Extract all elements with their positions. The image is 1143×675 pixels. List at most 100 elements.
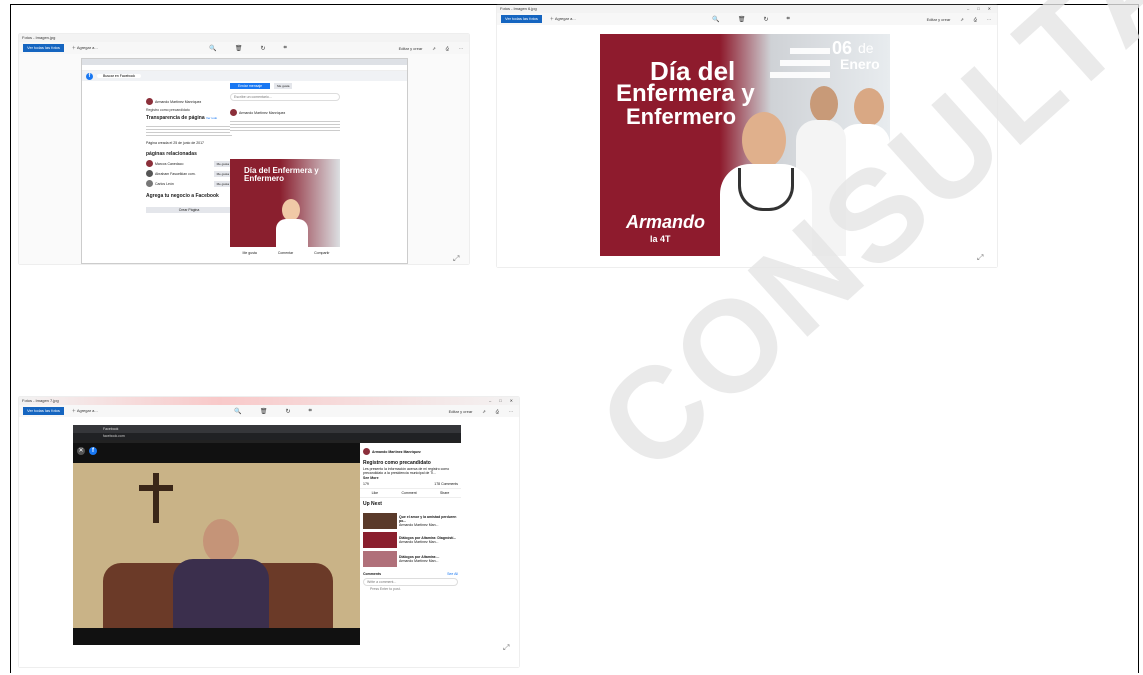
- more-icon[interactable]: ⋯: [459, 46, 463, 51]
- related-page-item[interactable]: Carlos León Me gusta: [146, 180, 232, 187]
- expand-icon[interactable]: ⤢: [453, 254, 459, 264]
- facebook-browser: f Buscar en Facebook Armando Martínez Ma…: [81, 58, 408, 264]
- comment-input[interactable]: Escribe un comentario...: [230, 93, 340, 101]
- fb-right-column: Enviar mensaje Me gusta Escribe un comen…: [230, 83, 340, 133]
- share-icon[interactable]: ⇗: [960, 17, 963, 22]
- fb-left-column: Armando Martínez Manríquez Registro como…: [146, 95, 232, 213]
- video-thumbnail: [363, 532, 397, 548]
- close-video-icon[interactable]: ✕: [77, 447, 85, 455]
- close-icon[interactable]: ✕: [510, 397, 513, 405]
- up-next-heading: Up Next: [363, 501, 382, 507]
- share-button[interactable]: Share: [440, 491, 449, 495]
- video-player[interactable]: ✕ f: [73, 443, 360, 645]
- all-photos-button[interactable]: Ver todas las fotos: [23, 44, 64, 52]
- more-icon[interactable]: ⋯: [987, 17, 991, 22]
- poster-date-de: de: [858, 40, 874, 56]
- facebook-logo-icon[interactable]: f: [89, 447, 97, 455]
- delete-icon[interactable]: 🗑: [260, 408, 268, 415]
- share-icon[interactable]: ⇗: [432, 46, 435, 51]
- send-message-button[interactable]: Enviar mensaje: [230, 83, 271, 89]
- delete-icon[interactable]: 🗑: [738, 16, 746, 23]
- video-author[interactable]: Armando Martínez Manríquez: [372, 450, 421, 454]
- close-icon[interactable]: ✕: [988, 5, 991, 13]
- zoom-icon[interactable]: 🔍: [712, 16, 719, 23]
- browser-url-bar[interactable]: facebook.com: [73, 433, 461, 440]
- add-business-heading: Agrega tu negocio a Facebook: [146, 193, 219, 199]
- maximize-icon[interactable]: □: [977, 5, 979, 13]
- toolbar-right: Editar y crear ⇗ ⎙ ⋯: [399, 46, 463, 51]
- video-thumbnail: [363, 513, 397, 529]
- poster-logo-sub: la 4T: [650, 234, 671, 244]
- related-page-item[interactable]: Abraham Fasuelkian com. Me gusta: [146, 170, 232, 177]
- title-bar: Fotos - Imagen.jpg: [19, 34, 469, 42]
- expand-icon[interactable]: ⤢: [977, 253, 983, 263]
- browser-tab[interactable]: Facebook: [103, 427, 118, 431]
- facebook-video-browser: Facebook facebook.com ✕ f Armando Martín…: [73, 425, 461, 645]
- comment-button[interactable]: Comentar: [278, 251, 293, 255]
- related-page-item[interactable]: Marcos Canedaco Me gusta: [146, 160, 232, 167]
- poster-title-line3: Enfermero: [626, 104, 737, 129]
- minimize-icon[interactable]: –: [489, 397, 491, 405]
- post-author[interactable]: Armando Martínez Manríquez: [239, 111, 285, 115]
- share-icon[interactable]: ⇗: [482, 409, 485, 414]
- add-to-button[interactable]: ＋ Agregar a...: [72, 45, 98, 51]
- avatar: [363, 448, 370, 455]
- like-page-button[interactable]: Me gusta: [274, 83, 293, 89]
- see-all-link[interactable]: See All: [447, 572, 458, 576]
- print-icon[interactable]: ⎙: [974, 17, 977, 22]
- all-photos-button[interactable]: Ver todas las fotos: [23, 407, 64, 415]
- like-button[interactable]: Like: [372, 491, 378, 495]
- comment-button[interactable]: Comment: [401, 491, 416, 495]
- crop-icon[interactable]: ⌗: [309, 408, 312, 415]
- press-enter-hint: Press Enter to post.: [370, 587, 401, 591]
- print-icon[interactable]: ⎙: [446, 46, 449, 51]
- delete-icon[interactable]: 🗑: [235, 45, 243, 52]
- maximize-icon[interactable]: □: [499, 397, 501, 405]
- add-to-button[interactable]: ＋ Agregar a...: [550, 16, 576, 22]
- add-to-button[interactable]: ＋ Agregar a...: [72, 408, 98, 414]
- zoom-icon[interactable]: 🔍: [234, 408, 241, 415]
- create-page-button[interactable]: Crear Página: [146, 207, 232, 213]
- rotate-icon[interactable]: ↻: [261, 45, 266, 52]
- zoom-icon[interactable]: 🔍: [209, 45, 216, 52]
- mini-poster-image[interactable]: Día del Enfermera y Enfermero: [230, 159, 340, 247]
- reaction-count[interactable]: 179: [363, 482, 369, 486]
- transparency-text: [146, 124, 232, 138]
- up-next-item[interactable]: Diálogos por Altamira: Diagnóstí... Arman…: [360, 532, 461, 548]
- fb-topbar: f Buscar en Facebook: [82, 71, 407, 81]
- edit-create-button[interactable]: Editar y crear: [399, 46, 423, 51]
- crop-icon[interactable]: ⌗: [284, 45, 287, 52]
- expand-icon[interactable]: ⤢: [503, 643, 509, 653]
- toolbar-icons: 🔍 🗑 ↻ ⌗: [712, 16, 790, 23]
- rotate-icon[interactable]: ↻: [764, 16, 769, 23]
- up-next-item[interactable]: Diálogos por Altamira:... Armando Martíne…: [360, 551, 461, 567]
- comments-count[interactable]: 178 Comments: [434, 482, 458, 486]
- toolbar-icons: 🔍 🗑 ↻ ⌗: [234, 408, 312, 415]
- photos-toolbar: Ver todas las fotos ＋ Agregar a... 🔍 🗑 ↻…: [19, 42, 469, 54]
- like-button[interactable]: Me gusta: [242, 251, 256, 255]
- toolbar-right: Editar y crear ⇗ ⎙ ⋯: [927, 17, 991, 22]
- page-author[interactable]: Armando Martínez Manríquez: [155, 100, 201, 104]
- poster-stripe: [790, 48, 830, 54]
- nurse-figure: [854, 88, 884, 126]
- up-next-item[interactable]: Que el amor y la amistad perduren po... A…: [360, 513, 461, 529]
- avatar: [146, 98, 153, 105]
- window-controls: – □ ✕: [967, 5, 997, 13]
- rotate-icon[interactable]: ↻: [286, 408, 291, 415]
- left-post-title[interactable]: Registro como precandidato: [146, 108, 232, 112]
- see-all-link[interactable]: Ver todo: [206, 116, 217, 120]
- edit-create-button[interactable]: Editar y crear: [927, 17, 951, 22]
- comment-input[interactable]: Write a comment...: [363, 578, 458, 586]
- crop-icon[interactable]: ⌗: [787, 16, 790, 23]
- nurse-day-poster: 06 de Enero Día del Enfermera y Enfermer…: [600, 34, 890, 256]
- page-created: Página creada el 25 de junio de 2017: [146, 141, 204, 145]
- minimize-icon[interactable]: –: [967, 5, 969, 13]
- facebook-logo-icon[interactable]: f: [86, 72, 93, 80]
- print-icon[interactable]: ⎙: [496, 409, 499, 414]
- share-button[interactable]: Compartir: [314, 251, 329, 255]
- browser-tabs: Facebook: [73, 425, 461, 433]
- fb-search-input[interactable]: Buscar en Facebook: [97, 74, 142, 78]
- all-photos-button[interactable]: Ver todas las fotos: [501, 15, 542, 23]
- more-icon[interactable]: ⋯: [509, 409, 513, 414]
- edit-create-button[interactable]: Editar y crear: [449, 409, 473, 414]
